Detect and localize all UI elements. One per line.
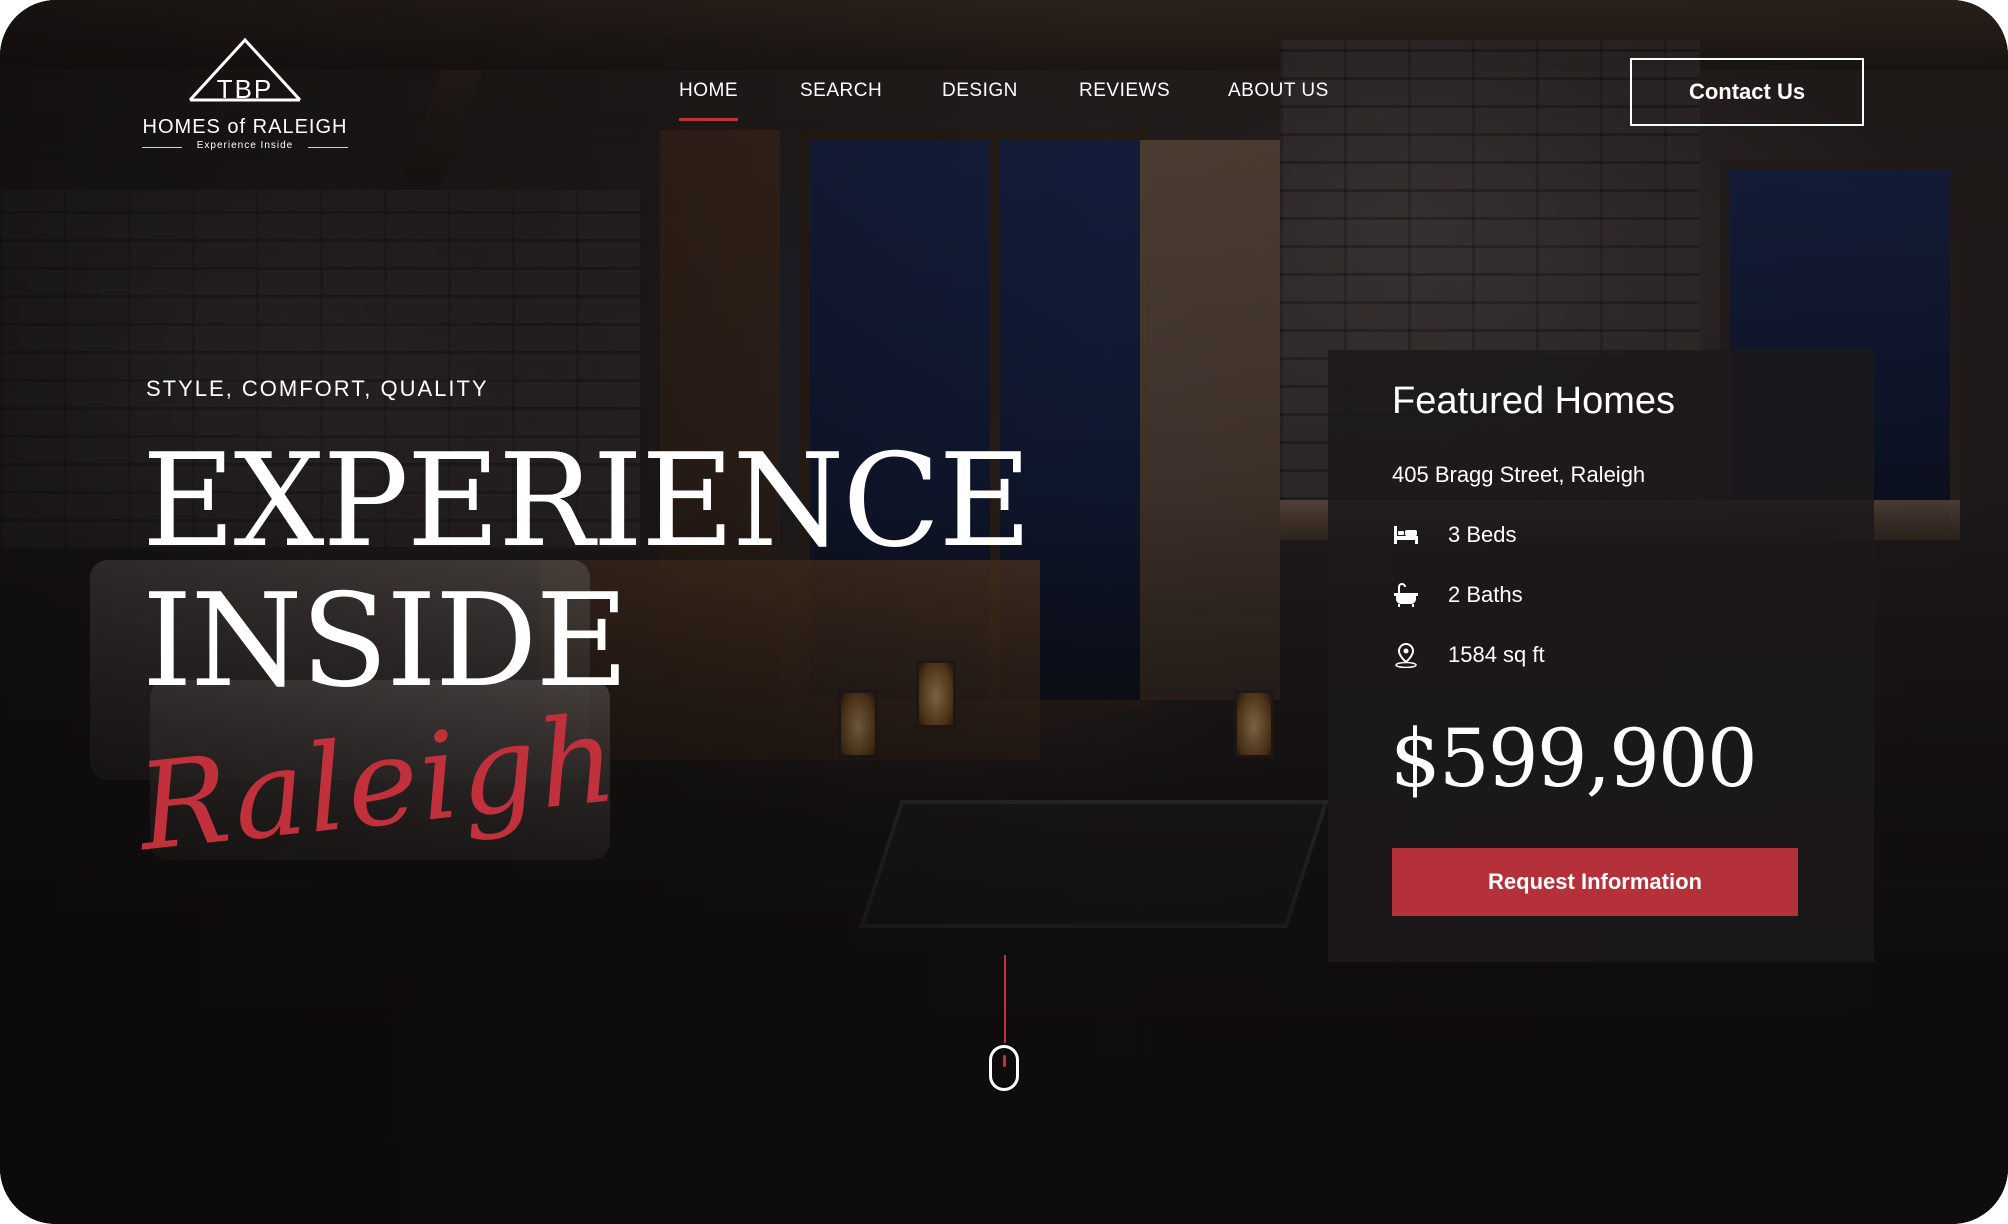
- card-title: Featured Homes: [1392, 380, 1676, 422]
- headline-line-1: EXPERIENCE: [142, 427, 1032, 576]
- nav-search[interactable]: SEARCH: [800, 80, 882, 102]
- nav-about-us[interactable]: ABOUT US: [1228, 80, 1329, 102]
- hero-headline: EXPERIENCE INSIDE: [142, 432, 1042, 712]
- hero-eyebrow: STYLE, COMFORT, QUALITY: [146, 376, 489, 401]
- beds-label: 3 Beds: [1448, 522, 1517, 547]
- location-pin-icon: [1392, 641, 1420, 669]
- featured-home-card: Featured Homes 405 Bragg Street, Raleigh…: [1328, 350, 1874, 962]
- spec-baths: 2 Baths: [1392, 580, 1523, 610]
- brand-tagline: Experience Inside: [138, 140, 352, 151]
- baths-label: 2 Baths: [1448, 582, 1523, 607]
- mouse-scroll-icon[interactable]: [989, 1045, 1019, 1091]
- brand-logo[interactable]: TBP HOMES of RALEIGH Experience Inside: [138, 36, 352, 156]
- brand-name: HOMES of RALEIGH: [142, 116, 348, 138]
- nav-home[interactable]: HOME: [679, 80, 738, 121]
- home-address: 405 Bragg Street, Raleigh: [1392, 462, 1646, 487]
- spec-area: 1584 sq ft: [1392, 640, 1545, 670]
- bathtub-icon: [1392, 581, 1420, 609]
- hero-frame: TBP HOMES of RALEIGH Experience Inside H…: [0, 0, 2008, 1224]
- nav-reviews[interactable]: REVIEWS: [1079, 80, 1170, 102]
- spec-beds: 3 Beds: [1392, 520, 1517, 550]
- brand-monogram: TBP: [216, 74, 274, 104]
- nav-design[interactable]: DESIGN: [942, 80, 1018, 102]
- area-label: 1584 sq ft: [1448, 642, 1545, 667]
- contact-us-button[interactable]: Contact Us: [1630, 58, 1864, 126]
- bed-icon: [1392, 521, 1420, 549]
- request-information-button[interactable]: Request Information: [1392, 848, 1798, 916]
- scroll-indicator-line: [1004, 955, 1006, 1043]
- home-price: $599,900: [1390, 712, 1758, 805]
